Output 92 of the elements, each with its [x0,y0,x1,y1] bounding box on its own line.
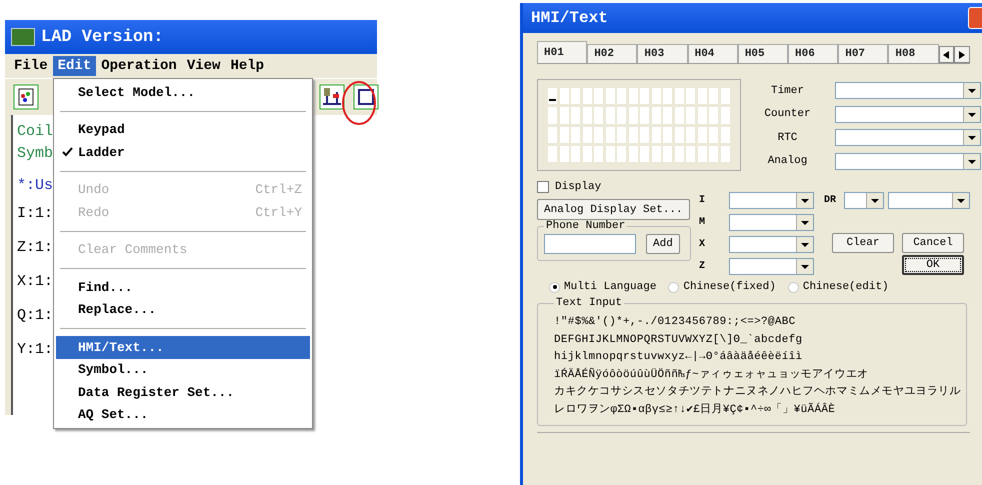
character-row[interactable]: レロワヲンφΣΩ▪αβγ≤≥↑↓✔£日月¥Ç¢▪^÷∞「」¥üÃÁÂÈ [554,402,836,419]
dropdown-field[interactable] [729,192,814,208]
close-button[interactable] [968,7,982,29]
field-label: Analog [766,155,808,168]
menu-item[interactable]: Keypad [56,118,310,141]
tab[interactable]: H01 [537,41,588,63]
caret-icon [796,214,813,230]
field-label: M [699,216,706,228]
dropdown-field[interactable] [729,258,814,274]
dropdown-field[interactable] [834,129,980,146]
dropdown-field[interactable] [844,192,884,208]
hmi-icon[interactable] [319,84,345,110]
caret-icon [796,236,813,252]
menu-item[interactable]: HMI/Text... [56,336,310,358]
dropdown-field[interactable] [729,214,814,230]
tab[interactable]: H08 [888,44,939,63]
right-triangle-icon [959,50,966,58]
tab[interactable]: H02 [587,44,638,63]
field-label: RTC [776,132,798,144]
left-triangle-icon [943,50,950,58]
menu-item[interactable]: Data Register Set... [56,381,310,404]
caret-icon [962,106,980,122]
radio-label: Chinese(fixed) [683,281,776,293]
code-line: Q:1: [17,306,54,326]
dropdown-field[interactable] [834,152,980,170]
field-label: Z [699,260,706,272]
menu-item[interactable]: Select Model... [56,81,310,104]
menu-item[interactable]: Ladder [56,141,310,164]
character-row[interactable]: カキクケコサシスセソタチツテトナニヌネノハヒフヘホマミムメモヤユヨラリル [554,384,961,402]
tab[interactable]: H06 [788,44,838,63]
checkbox[interactable] [537,181,549,193]
caret-icon [962,154,980,169]
radio-label: Multi Language [564,281,656,293]
character-row[interactable]: ïŔÄÅÉÑÿóôòöúûùÜÖññ₧ƒ~ァィゥェォャュョッモアイウエオ [554,366,868,384]
tab[interactable]: H03 [637,44,688,63]
caret-icon [962,130,980,146]
radio-button[interactable] [549,282,560,292]
caret-icon [962,83,980,98]
phone-input[interactable] [544,234,636,254]
radio-button[interactable] [788,282,799,292]
code-line: X:1: [17,272,54,292]
character-row[interactable]: !"#$%&'()*+,-./0123456789:;<=>?@ABC [554,314,796,332]
menu-item[interactable]: Find... [56,276,310,298]
menu-item[interactable]: View [182,56,226,76]
menu-item[interactable]: Replace... [56,298,310,321]
code-line: Coil [17,122,54,142]
caret-icon [796,258,813,274]
ok-button[interactable]: OK [902,255,964,275]
code-line: Y:1: [17,340,54,360]
app-icon [11,28,35,46]
menu-item[interactable]: Help [225,56,270,76]
menu-item[interactable]: Symbol... [56,358,310,381]
code-line: Symb [17,144,54,164]
window-title: LAD Version: [41,28,164,46]
field-label: Timer [770,84,805,97]
field-label: DR [824,194,838,206]
menu-item[interactable]: File [9,56,53,76]
code-line: I:1: [17,204,54,224]
menu-item[interactable]: Edit [52,56,96,76]
caret-icon [866,192,883,208]
dialog-title: HMI/Text [531,9,608,27]
character-row[interactable]: DEFGHIJKLMNOPQRSTUVWXYZ[\]Θ_`abcdefg [554,332,802,349]
tab[interactable]: H05 [738,44,788,63]
toolbar-icon[interactable] [353,84,379,110]
cancel-button[interactable]: Cancel [902,233,964,253]
caret-icon [952,192,969,208]
checkbox-label: Display [555,181,602,193]
add-button[interactable]: Add [646,234,680,254]
scroll-left-button[interactable] [938,46,954,63]
dropdown-field[interactable] [834,106,980,123]
tab[interactable]: H04 [688,44,738,63]
dropdown-field[interactable] [834,82,980,100]
caret-icon [796,192,813,208]
highlight-circle [341,80,377,126]
analog-display-button[interactable]: Analog Display Set... [537,199,690,220]
scroll-right-button[interactable] [954,46,970,63]
dropdown-field[interactable] [888,192,970,208]
menu-item[interactable]: Operation [96,56,182,76]
document-icon[interactable] [13,84,39,110]
code-line: *:Us [17,176,54,196]
dropdown-field[interactable] [729,236,814,252]
character-row[interactable]: hijklmnopqrstuvwxyz←|→Θ°áâàäåéêèëíîì [554,349,802,366]
tab[interactable]: H07 [838,44,888,63]
field-label: X [699,238,706,250]
field-label: I [699,194,706,206]
menu-item[interactable]: AQ Set... [56,404,310,426]
clear-button[interactable]: Clear [832,233,894,253]
code-line: Z:1: [17,238,54,258]
radio-button[interactable] [668,282,680,292]
radio-label: Chinese(edit) [802,281,889,293]
group-label: Text Input [554,297,624,309]
field-label: Counter [763,108,812,120]
